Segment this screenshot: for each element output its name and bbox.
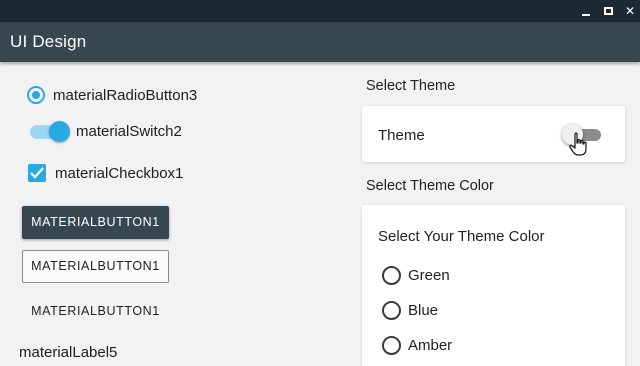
radio-green-label[interactable]: Green [408,267,450,284]
theme-label: Theme [378,127,425,144]
window-titlebar: ✕ [0,0,640,22]
select-theme-heading: Select Theme [366,78,456,94]
material-switch[interactable] [30,121,70,142]
material-button-text[interactable]: MATERIALBUTTON1 [22,295,169,328]
radio-button-label[interactable]: materialRadioButton3 [53,87,197,104]
material-button-outlined[interactable]: MATERIALBUTTON1 [22,250,169,283]
radio-amber-label[interactable]: Amber [408,337,452,354]
app-title: UI Design [10,32,87,51]
radio-blue-label[interactable]: Blue [408,302,438,319]
theme-color-card: Select Your Theme Color Green Blue Amber [362,205,625,366]
radio-green[interactable] [382,266,401,285]
select-theme-color-heading: Select Theme Color [366,178,494,194]
theme-color-card-title: Select Your Theme Color [378,228,545,245]
material-radio-button[interactable] [27,86,45,104]
minimize-icon[interactable] [577,3,595,19]
hand-cursor-icon [569,132,587,156]
material-button-filled[interactable]: MATERIALBUTTON1 [22,206,169,239]
radio-blue[interactable] [382,301,401,320]
maximize-icon[interactable] [599,3,617,19]
radio-amber[interactable] [382,336,401,355]
material-label: materialLabel5 [19,344,118,361]
switch-thumb[interactable] [49,121,70,142]
theme-card: Theme [362,106,625,162]
checkbox-label[interactable]: materialCheckbox1 [55,165,183,182]
checkmark-icon [30,167,44,179]
switch-label[interactable]: materialSwitch2 [76,123,182,140]
close-icon[interactable]: ✕ [621,3,639,19]
material-checkbox[interactable] [28,164,46,182]
app-bar: UI Design [0,22,640,62]
